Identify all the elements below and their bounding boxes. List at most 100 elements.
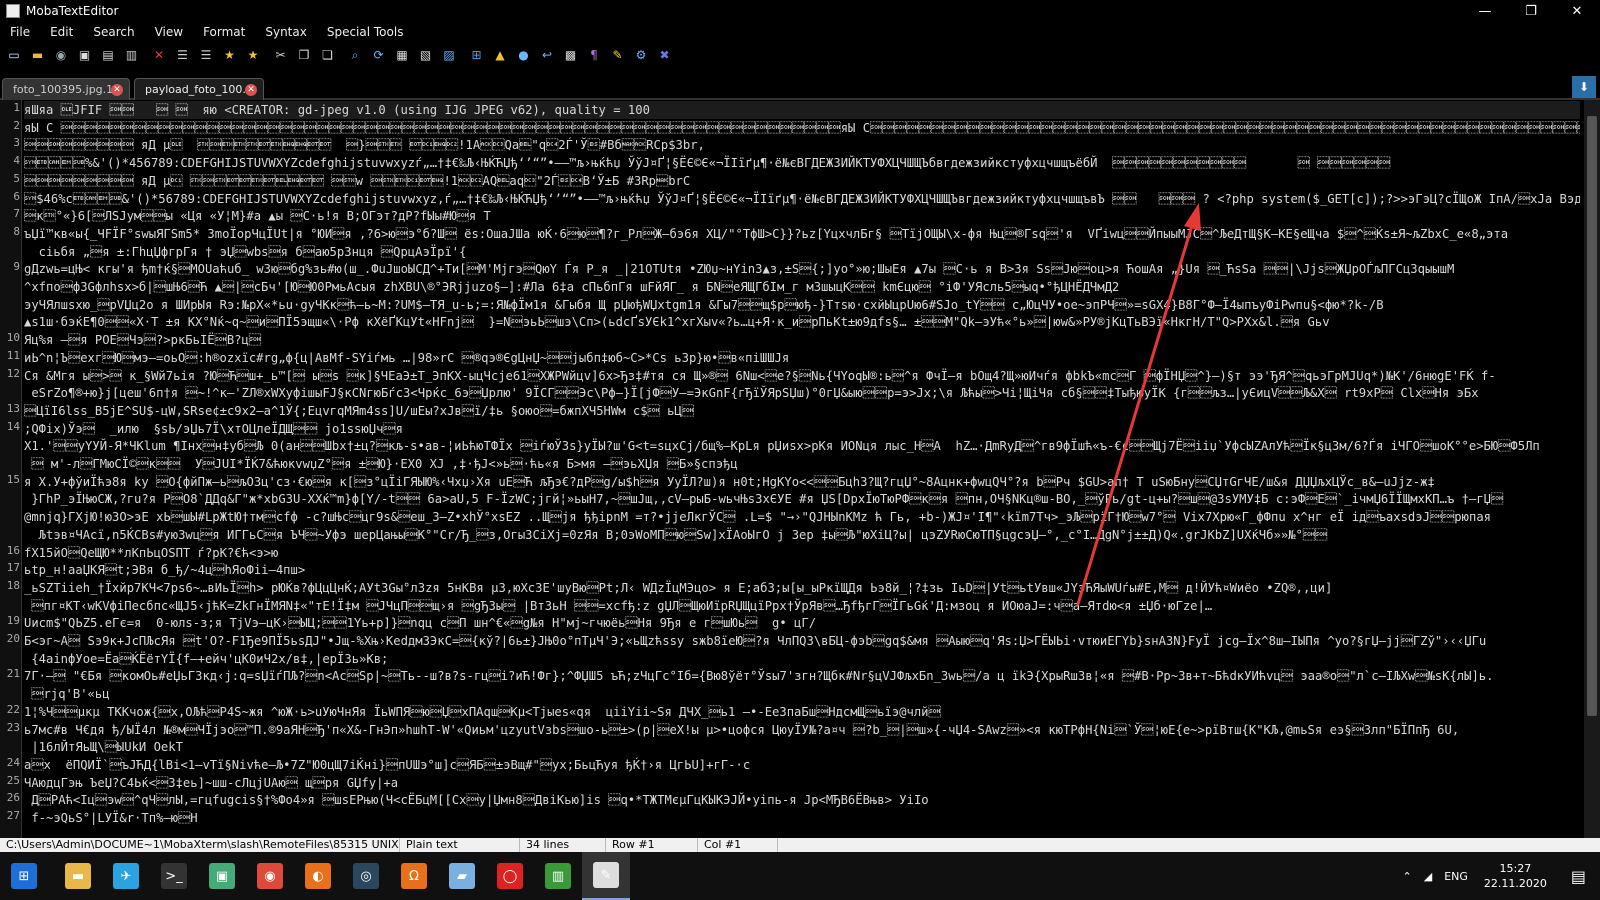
scrollbar-thumb[interactable]: [1587, 116, 1597, 716]
code-line[interactable]: ДРАћ<Iцэw^qЧлЫ,=гцfugсіѕ§†%Фо4»я шs…: [24, 791, 1580, 809]
taskbar-app[interactable]: Ω: [390, 852, 438, 900]
code-line[interactable]: ^xfпофЗGфлhsх>б|шЊ6Ћ ▲|сБч'[ЮЮ0Рмь…: [24, 278, 1580, 296]
taskbar-app[interactable]: ▣: [198, 852, 246, 900]
save-as-icon[interactable]: ▤: [98, 45, 118, 65]
language-indicator[interactable]: ENG: [1438, 870, 1474, 883]
indent-icon[interactable]: ☰: [173, 45, 193, 65]
new-file-icon[interactable]: ▭: [4, 45, 24, 65]
code-line[interactable]: $46%с&'()*56789:CDEFGHIJSTUVWXYZcde…: [24, 190, 1580, 208]
code-line[interactable]: ▲s1ш·бэќЕ¶0«Х·Т ±я КХ°Nќ~q~иПЇ5эщш«\…: [24, 313, 1580, 331]
highlight-icon[interactable]: ✎: [608, 45, 628, 65]
taskbar-app[interactable]: ◐: [294, 852, 342, 900]
menu-format[interactable]: Format: [193, 25, 255, 39]
paste-icon[interactable]: ❏: [318, 45, 338, 65]
code-line[interactable]: fХ15йОQеЩЮ**лКпЬцОЅПТ ѓ?рК?€ћ<э>ю: [24, 544, 1580, 562]
taskbar-app[interactable]: ◎: [342, 852, 390, 900]
code-line[interactable]: ЦїI6lss_B5jЕ^SU$-цW,SRsе¢±с9х2–а^1Ў{;Ец…: [24, 402, 1580, 420]
code-line[interactable]: |16лЙтЯьЩ\ЫUkИ ОеkТ: [24, 738, 1580, 756]
taskbar-app[interactable]: >_: [150, 852, 198, 900]
code-line[interactable]: eSrZo¶®+ю}j[цеш'6п†я ~!^к—'ZЛ®хWХуфішыF…: [24, 384, 1580, 402]
windows-icon[interactable]: ⊞: [467, 45, 487, 65]
paragraph-icon[interactable]: ¶: [584, 45, 604, 65]
tab-close-icon[interactable]: ✕: [111, 84, 123, 96]
code-line[interactable]: Х1.'уYУЙ-Я*ЧКlum ¶Iнхн‡убЉ 0(анШbх…: [24, 437, 1580, 455]
text-area[interactable]: яШяа JFIF    яю <CREATOR: gd-jpeg v…: [24, 100, 1580, 838]
code-line[interactable]: Б<эг~А Sэ9к+JсПЉсЯя t'O?-F1Ђе9ПЇ5ьѕДЈ"…: [24, 632, 1580, 650]
taskbar-app[interactable]: ✈: [102, 852, 150, 900]
split-view-icon[interactable]: ▨: [439, 45, 459, 65]
code-line[interactable]: эуЧЯлшsхю_pVЏц2о я ШИрЫя Rэ:№рХ«*ьu·gyЧ…: [24, 296, 1580, 314]
code-line[interactable]: _ьSZTiiеh_†Їхйр7КЧ<7ps6~…вИьЇh> рЮЌв?фЦ…: [24, 579, 1580, 597]
bookmark-star-icon[interactable]: ★: [220, 45, 240, 65]
tab-close-icon[interactable]: ✕: [245, 84, 257, 96]
taskbar-app[interactable]: ◯: [486, 852, 534, 900]
vertical-scrollbar[interactable]: [1584, 100, 1600, 838]
compare-icon[interactable]: ▧: [416, 45, 436, 65]
tab-list-arrow-icon[interactable]: ⬇: [1572, 76, 1596, 98]
find-icon[interactable]: ⌕: [345, 45, 365, 65]
code-line[interactable]:  яД µ  } !1…: [24, 136, 1580, 154]
taskbar-app[interactable]: ▰: [438, 852, 486, 900]
cut-icon[interactable]: ✂: [271, 45, 291, 65]
code-line[interactable]: f-~эQьЅ°|LУЇ&r·Тп%–юН: [24, 809, 1580, 827]
tab-foto-file[interactable]: foto_100395.jpg.1 ✕: [2, 78, 130, 100]
format-icon[interactable]: ▩: [561, 45, 581, 65]
notifications-icon[interactable]: ▤: [1557, 867, 1600, 886]
code-line[interactable]: пг¤КТ‹wКVфіПесбпс«ЩЈ5‹jћК=ZkГнЇМЯN‡«"тЕ…: [24, 597, 1580, 615]
code-line[interactable]: Љtэв¤ЧАсї,n5ЌСВѕ#уюЗwця ИГГьСя ЪЧ~Уфэ…: [24, 526, 1580, 544]
mac-icon[interactable]: ●: [514, 45, 534, 65]
close-all-icon[interactable]: ✖: [655, 45, 675, 65]
replace-icon[interactable]: ⟳: [369, 45, 389, 65]
code-line[interactable]: %&'()*456789:CDEFGHIJSTUVWXYZcdefgh…: [24, 154, 1580, 172]
code-line[interactable]: 7Г·– "€Бя комОь#еЏьГ3кд‹j:q=sЏїѓПЉ?n<…: [24, 667, 1580, 685]
code-line[interactable]: яШяа JFIF    яю <CREATOR: gd-jpeg v…: [24, 101, 1580, 119]
chevron-up-icon[interactable]: ⌃: [1397, 870, 1418, 883]
code-line[interactable]: Uисm$"QЬZ5.еГє=я 0-юлѕ-з;я ТјVэ—цК›ЫЦ;…: [24, 614, 1580, 632]
code-line[interactable]: }ГhР_эЇЊюСЖ,?гu?я РО8`ДДq&Г"ж*xbG3U-ХХќ…: [24, 490, 1580, 508]
taskbar-app[interactable]: ▬: [54, 852, 102, 900]
code-line[interactable]:  яД µ  w !1…: [24, 172, 1580, 190]
taskbar-app[interactable]: ⊞: [0, 852, 48, 900]
save-icon[interactable]: ▣: [75, 45, 95, 65]
copy-icon[interactable]: ❐: [294, 45, 314, 65]
menu-special-tools[interactable]: Special Tools: [317, 25, 414, 39]
settings-icon[interactable]: ⚙: [631, 45, 651, 65]
code-line[interactable]: к°«}6[ЛSJумы «Ця «У¦М}#а ▲ы С·ь!я …: [24, 207, 1580, 225]
taskbar-app[interactable]: ✎: [582, 852, 630, 900]
taskbar-app[interactable]: ▥: [534, 852, 582, 900]
word-wrap-icon[interactable]: ↩: [537, 45, 557, 65]
network-icon[interactable]: ◢: [1418, 870, 1438, 883]
bookmark-next-icon[interactable]: ★: [243, 45, 263, 65]
menu-edit[interactable]: Edit: [40, 25, 83, 39]
menu-search[interactable]: Search: [83, 25, 144, 39]
code-line[interactable]: я Х.У+фўиЇћэ8я ky О{фйПж—ьљОЗц'сз·€юя…: [24, 473, 1580, 491]
code-line[interactable]: Яц%я –я РОЕЧэ?>pкБьIЁВ?ц: [24, 331, 1580, 349]
linux-icon[interactable]: ▲: [490, 45, 510, 65]
menu-syntax[interactable]: Syntax: [255, 25, 316, 39]
code-line[interactable]: {4аіnфУое=ЁаЌЁётYЇ{f—+ейч'цК0иЧ2х/в‡,|е…: [24, 650, 1580, 668]
print-icon[interactable]: ▥: [122, 45, 142, 65]
code-line[interactable]: @mnjq}ГXјЮ!ю3О>эЕ хЬшЫ#LрЖtЮ†тмсfф -с?…: [24, 508, 1580, 526]
code-line[interactable]: rjq'В'«ьц: [24, 685, 1580, 703]
code-line[interactable]: ЧАюдцГэњ ЪеЏ?С4Ьќ<З‡еь]~шш-сЛцјUАю щр…: [24, 774, 1580, 792]
code-line[interactable]:  м'-лГМюСЇ©к УЈUI*ЇЌ7&ћюкvwџZ°я ±…: [24, 455, 1580, 473]
tab-payload-file[interactable]: payload_foto_100... ✕: [134, 78, 264, 100]
close-file-icon[interactable]: ✕: [149, 45, 169, 65]
code-line[interactable]: Ся &Мгя ы> к_§Wй7ьiя ?ЮЋш+_ь™[ ыs …: [24, 367, 1580, 385]
code-line[interactable]: 1¦%Чµкµ ТККчож{х,ОЉћР4Ѕ~жя ^юЖ·ь>uУю…: [24, 703, 1580, 721]
goto-icon[interactable]: ▦: [392, 45, 412, 65]
code-line[interactable]: иЬ^n¦ЪexгЮмэ—=оьО:h®ozxїс#rg„ф{ц|АвМ…: [24, 349, 1580, 367]
code-line[interactable]: ь7мс#в Ч€дя ђ/ЫЇ4л №®мЧЇјэо™П.®9аЯНЂ'…: [24, 721, 1580, 739]
taskbar-app[interactable]: ◉: [246, 852, 294, 900]
menu-file[interactable]: File: [0, 25, 40, 39]
maximize-button[interactable]: ❐: [1508, 0, 1554, 22]
code-line[interactable]: яЫ C …: [24, 119, 1580, 137]
menu-view[interactable]: View: [145, 25, 193, 39]
unindent-icon[interactable]: ☰: [196, 45, 216, 65]
code-line[interactable]: сiьбя „я ±:ГhцЏфгрГя † эЏwbѕя баю5р3…: [24, 243, 1580, 261]
reload-icon[interactable]: ◉: [51, 45, 71, 65]
clock[interactable]: 15:27 22.11.2020: [1474, 861, 1557, 891]
code-line[interactable]: ;QФiх)Ўэ _илю §ѕЬ/эЏь7Ї\хтОЦлеЇДЩ jо1…: [24, 420, 1580, 438]
close-window-button[interactable]: ✕: [1554, 0, 1600, 22]
open-folder-icon[interactable]: ▬: [28, 45, 48, 65]
